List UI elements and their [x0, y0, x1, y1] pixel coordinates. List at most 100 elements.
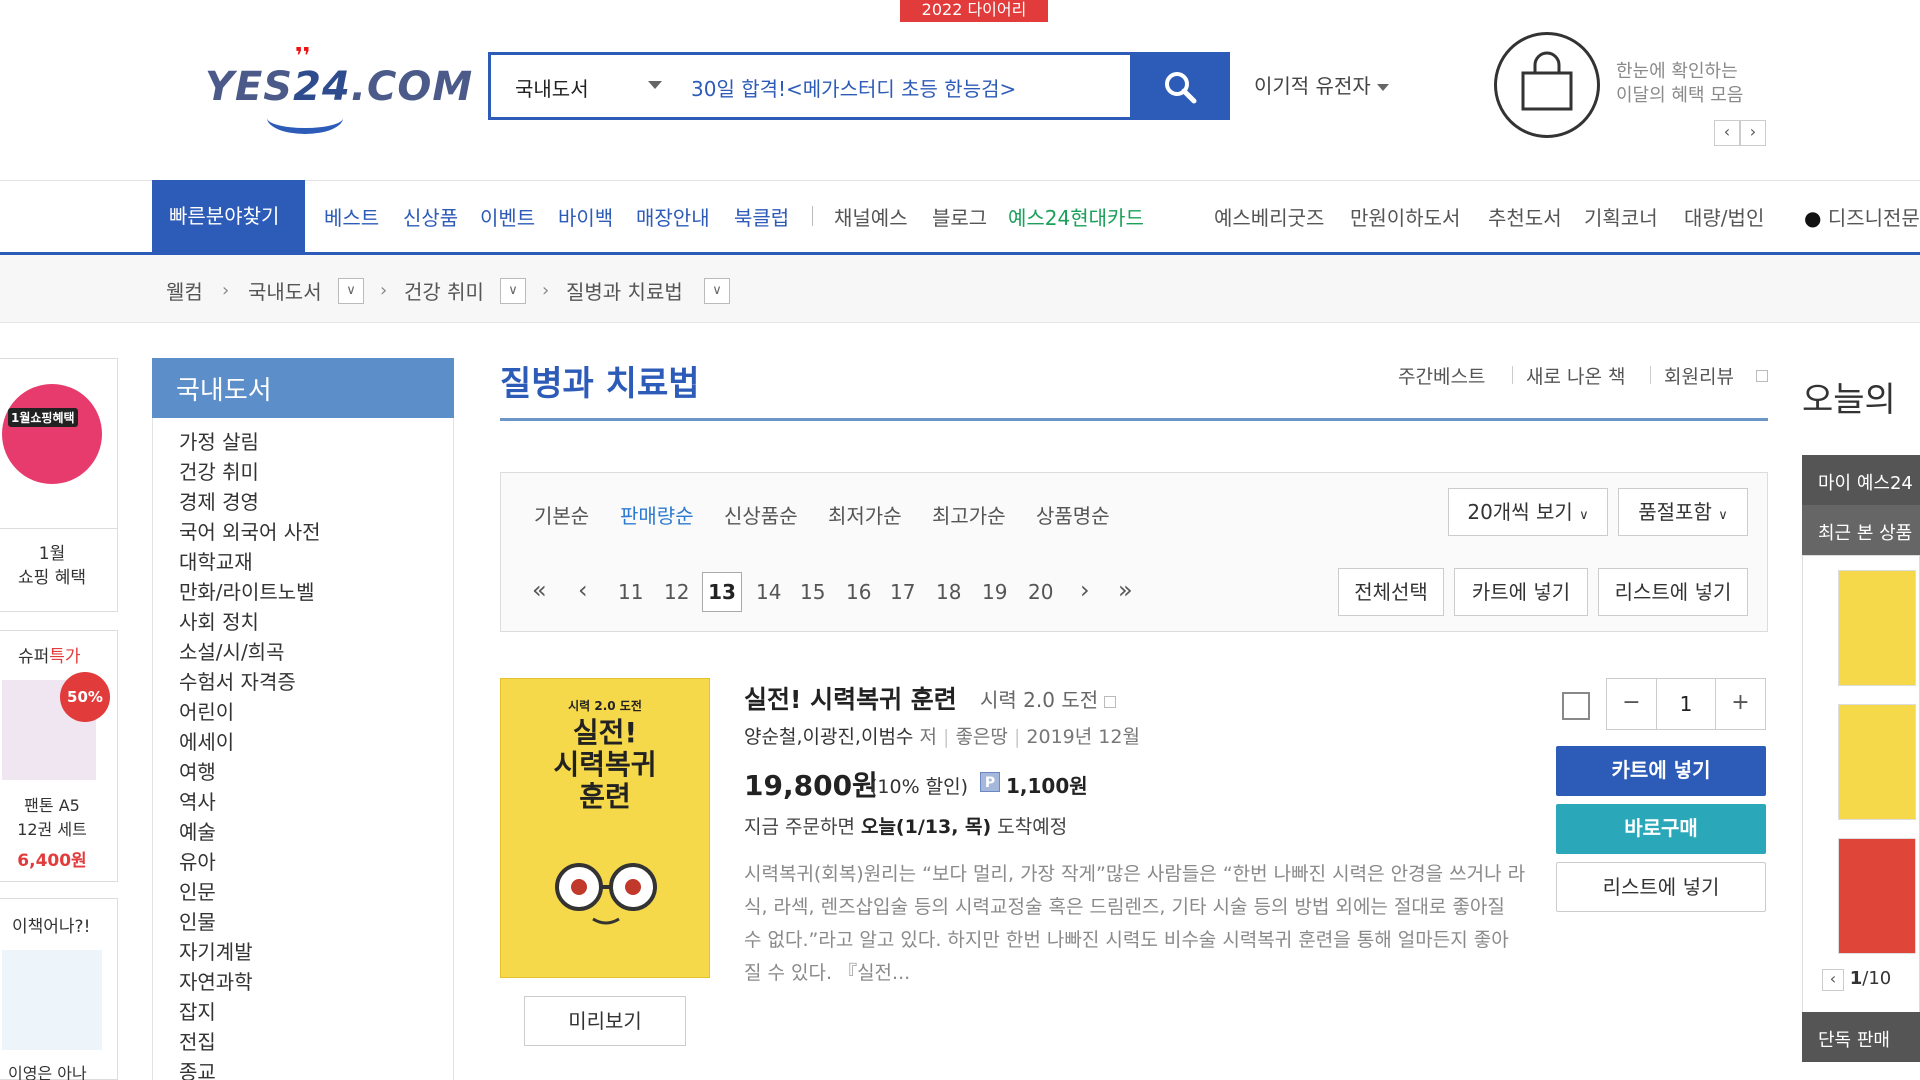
category-item[interactable]: 전집 — [179, 1026, 216, 1055]
nav-bulk[interactable]: 대량/법인 — [1684, 202, 1764, 231]
book-authors[interactable]: 양순철,이광진,이범수 — [744, 726, 913, 748]
select-all-button[interactable]: 전체선택 — [1338, 568, 1444, 616]
nav-blog[interactable]: 블로그 — [932, 202, 987, 231]
nav-event[interactable]: 이벤트 — [480, 202, 535, 231]
nav-recommend[interactable]: 추천도서 — [1488, 202, 1562, 231]
add-to-cart-button[interactable]: 카트에 넣기 — [1556, 746, 1766, 796]
page-link[interactable]: 14 — [756, 580, 781, 604]
left-banner-1-text[interactable]: 1월 쇼핑 혜택 — [0, 542, 104, 590]
benefit-text[interactable]: 한눈에 확인하는 이달의 혜택 모음 — [1616, 60, 1743, 108]
recent-product-thumb[interactable] — [1838, 570, 1916, 686]
category-item[interactable]: 잡지 — [179, 996, 216, 1025]
category-item[interactable]: 유아 — [179, 846, 216, 875]
nav-channel-yes[interactable]: 채널예스 — [834, 202, 908, 231]
sort-highest-price[interactable]: 최고가순 — [932, 500, 1006, 529]
page-link[interactable]: 11 — [618, 580, 643, 604]
page-link[interactable]: 15 — [800, 580, 825, 604]
search-input[interactable]: 30일 합격!<메가스터디 초등 한능검> — [691, 73, 1111, 102]
breadcrumb-home[interactable]: 웰컴 — [166, 276, 203, 305]
benefit-next-button[interactable]: › — [1740, 120, 1766, 146]
add-to-list-bulk-button[interactable]: 리스트에 넣기 — [1598, 568, 1748, 616]
page-link[interactable]: 20 — [1028, 580, 1053, 604]
product-checkbox[interactable] — [1562, 692, 1590, 720]
book-publisher[interactable]: 좋은땅 — [955, 726, 1007, 748]
category-item[interactable]: 종교 — [179, 1056, 216, 1080]
my-yes24-button[interactable]: 마이 예스24 — [1802, 455, 1920, 505]
first-page-icon[interactable]: « — [532, 576, 547, 604]
prev-page-icon[interactable]: ‹ — [578, 576, 588, 604]
page-link[interactable]: 19 — [982, 580, 1007, 604]
add-to-list-button[interactable]: 리스트에 넣기 — [1556, 862, 1766, 912]
page-link[interactable]: 16 — [846, 580, 871, 604]
quantity-input[interactable]: 1 — [1657, 679, 1715, 729]
nav-buyback[interactable]: 바이백 — [558, 202, 613, 231]
category-item[interactable]: 예술 — [179, 816, 216, 845]
page-link[interactable]: 12 — [664, 580, 689, 604]
page-link[interactable]: 18 — [936, 580, 961, 604]
breadcrumb-dropdown[interactable]: ∨ — [338, 278, 364, 304]
link-member-review[interactable]: 회원리뷰 — [1664, 362, 1734, 389]
link-new-books[interactable]: 새로 나온 책 — [1526, 362, 1625, 389]
category-item[interactable]: 경제 경영 — [179, 486, 259, 515]
category-item[interactable]: 자연과학 — [179, 966, 253, 995]
soldout-filter-select[interactable]: 품절포함 ∨ — [1618, 488, 1748, 536]
preview-button[interactable]: 미리보기 — [524, 996, 686, 1046]
nav-store[interactable]: 매장안내 — [636, 202, 710, 231]
new-window-icon[interactable] — [1104, 695, 1117, 708]
category-item[interactable]: 에세이 — [179, 726, 234, 755]
breadcrumb-health[interactable]: 건강 취미 — [404, 276, 484, 305]
search-category-select[interactable]: 국내도서 — [515, 73, 589, 102]
sort-sales[interactable]: 판매량순 — [620, 500, 694, 529]
category-item[interactable]: 사회 정치 — [179, 606, 259, 635]
chevron-down-icon[interactable] — [648, 81, 662, 89]
category-item[interactable]: 가정 살림 — [179, 426, 259, 455]
nav-new[interactable]: 신상품 — [403, 202, 458, 231]
quantity-decrease-button[interactable]: − — [1607, 679, 1657, 729]
recent-product-thumb[interactable] — [1838, 704, 1916, 820]
search-button[interactable] — [1130, 52, 1230, 120]
breadcrumb-dropdown[interactable]: ∨ — [500, 278, 526, 304]
category-item[interactable]: 소설/시/희곡 — [179, 636, 284, 665]
recent-products-header[interactable]: 최근 본 상품 — [1802, 505, 1920, 555]
site-logo[interactable]: ❜❜ YES24.COM — [205, 44, 472, 134]
category-item[interactable]: 여행 — [179, 756, 216, 785]
link-weekly-best[interactable]: 주간베스트 — [1398, 362, 1485, 389]
category-item[interactable]: 인물 — [179, 906, 216, 935]
buy-now-button[interactable]: 바로구매 — [1556, 804, 1766, 854]
quantity-increase-button[interactable]: + — [1715, 679, 1765, 729]
nav-disney[interactable]: ● 디즈니전문 — [1804, 202, 1920, 231]
category-item[interactable]: 역사 — [179, 786, 216, 815]
nav-under-10k[interactable]: 만원이하도서 — [1350, 202, 1460, 231]
nav-card[interactable]: 예스24현대카드 — [1008, 202, 1144, 231]
nav-goods[interactable]: 예스베리굿즈 — [1214, 202, 1324, 231]
nav-planning[interactable]: 기획코너 — [1584, 202, 1658, 231]
nav-bookclub[interactable]: 북클럽 — [734, 202, 789, 231]
page-current[interactable]: 13 — [702, 572, 742, 612]
next-page-icon[interactable]: › — [1080, 576, 1090, 604]
benefit-prev-button[interactable]: ‹ — [1714, 120, 1740, 146]
book-cover[interactable]: 시력 2.0 도전 실전! 시력복귀 훈련 — [500, 678, 710, 978]
category-item[interactable]: 수험서 자격증 — [179, 666, 296, 695]
sort-default[interactable]: 기본순 — [534, 500, 589, 529]
view-count-select[interactable]: 20개씩 보기 ∨ — [1448, 488, 1608, 536]
last-page-icon[interactable]: » — [1118, 576, 1133, 604]
user-menu[interactable]: 이기적 유전자 — [1254, 70, 1389, 99]
book-title[interactable]: 실전! 시력복귀 훈련 — [744, 680, 957, 716]
benefit-bag-button[interactable] — [1494, 32, 1600, 138]
add-to-cart-bulk-button[interactable]: 카트에 넣기 — [1454, 568, 1588, 616]
category-item[interactable]: 어린이 — [179, 696, 234, 725]
nav-best[interactable]: 베스트 — [324, 202, 379, 231]
breadcrumb-dropdown[interactable]: ∨ — [704, 278, 730, 304]
exclusive-sale-header[interactable]: 단독 판매 — [1802, 1012, 1920, 1062]
category-item[interactable]: 대학교재 — [179, 546, 253, 575]
category-item[interactable]: 자기계발 — [179, 936, 253, 965]
breadcrumb-current[interactable]: 질병과 치료법 — [566, 276, 683, 305]
category-item[interactable]: 건강 취미 — [179, 456, 259, 485]
recent-prev-button[interactable]: ‹ — [1822, 969, 1844, 991]
breadcrumb-domestic[interactable]: 국내도서 — [248, 276, 322, 305]
sort-newest[interactable]: 신상품순 — [724, 500, 798, 529]
category-item[interactable]: 만화/라이트노벨 — [179, 576, 315, 605]
category-item[interactable]: 국어 외국어 사전 — [179, 516, 321, 545]
category-item[interactable]: 인문 — [179, 876, 216, 905]
category-title[interactable]: 국내도서 — [152, 358, 454, 418]
